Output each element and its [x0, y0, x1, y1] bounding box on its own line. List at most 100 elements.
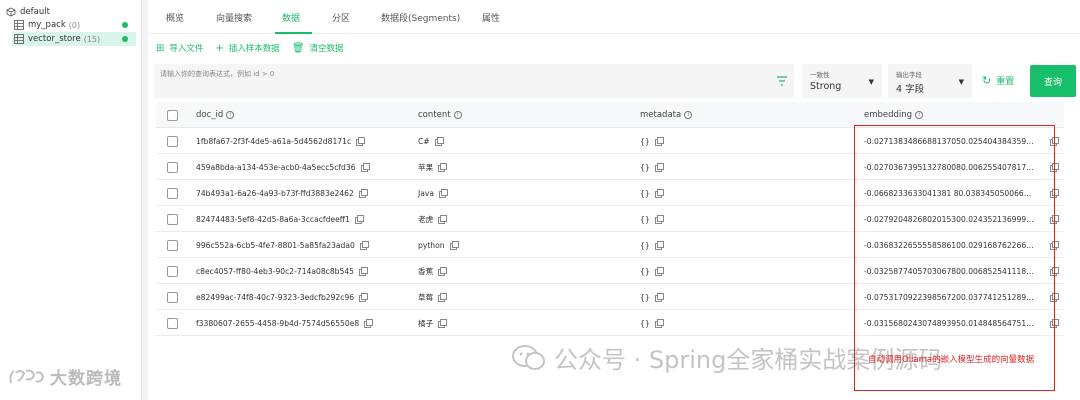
copy-icon[interactable] [438, 319, 448, 328]
copy-icon[interactable] [654, 163, 664, 172]
tree-root-label: default [20, 7, 50, 17]
embedding-cell: -0.0368322655558586100.0291687622666358 … [864, 240, 1036, 250]
database-icon [6, 7, 16, 17]
row-checkbox[interactable] [167, 291, 178, 303]
doc-id-cell: c8ec4057-ff80-4eb3-90c2-714a08c8b545 [196, 266, 354, 276]
copy-icon[interactable] [438, 163, 448, 172]
tab-vector-search[interactable]: 向量搜索 [216, 11, 252, 24]
table-row[interactable]: 459a8bda-a134-453e-acb0-4a5ecc5cfd36 苹果 … [156, 154, 1064, 180]
active-tab-indicator [275, 32, 312, 34]
info-icon: i [453, 111, 462, 119]
insert-sample-button[interactable]: + 插入样本数据 [215, 42, 280, 55]
table-row[interactable]: 996c552a-6cb5-4fe7-8801-5a85fa23ada0 pyt… [156, 232, 1064, 258]
tab-partitions[interactable]: 分区 [332, 11, 350, 24]
table-row[interactable]: 82474483-5ef8-42d5-8a6a-3ccacfdeeff1 老虎 … [156, 206, 1064, 232]
copy-icon[interactable] [438, 215, 448, 224]
doc-id-cell: 1fb8fa67-2f3f-4de5-a61a-5d4562d8171c [196, 136, 352, 146]
trash-icon: 🗑 [291, 42, 305, 54]
reset-button[interactable]: ↻ 重置 [982, 74, 1014, 87]
copy-icon[interactable] [654, 241, 664, 250]
copy-icon[interactable] [438, 267, 448, 276]
copy-icon[interactable] [434, 137, 444, 146]
plus-icon: + [215, 42, 224, 54]
copy-icon[interactable] [1050, 241, 1059, 250]
table-row[interactable]: c8ec4057-ff80-4eb3-90c2-714a08c8b545 香蕉 … [156, 258, 1064, 284]
header-doc-id[interactable]: doc_id [196, 110, 223, 120]
copy-icon[interactable] [439, 189, 449, 198]
insert-sample-label: 插入样本数据 [228, 44, 280, 54]
loaded-status-dot [122, 36, 128, 42]
refresh-icon: ↻ [982, 74, 992, 87]
copy-icon[interactable] [654, 137, 664, 146]
copy-icon[interactable] [1050, 137, 1059, 146]
row-checkbox[interactable] [167, 265, 178, 277]
consistency-select[interactable]: 一致性 Strong ▼ [802, 64, 882, 98]
query-expression-box [154, 64, 794, 98]
copy-icon[interactable] [1050, 189, 1059, 198]
copy-icon[interactable] [359, 267, 368, 276]
content-cell: 草莓 [418, 292, 434, 302]
collection-item-vector-store[interactable]: vector_store (15) [12, 32, 136, 46]
copy-icon[interactable] [438, 293, 448, 302]
row-checkbox[interactable] [167, 239, 178, 251]
metadata-cell: {} [640, 136, 650, 146]
copy-icon[interactable] [359, 241, 369, 250]
tab-segments[interactable]: 数据段(Segments) [381, 11, 460, 24]
table-row[interactable]: e82499ac-74f8-40c7-9323-3edcfb292c96 草莓 … [156, 284, 1064, 310]
content-cell: Java [418, 188, 435, 198]
table-row[interactable]: f3380607-2655-4458-9b4d-7574d56550e8 橘子 … [156, 310, 1064, 336]
import-file-button[interactable]: ⊞ 导入文件 [156, 42, 203, 55]
header-metadata[interactable]: metadata [640, 110, 681, 120]
doc-id-cell: e82499ac-74f8-40c7-9323-3edcfb292c96 [196, 292, 355, 302]
tree-root-default[interactable]: default [6, 5, 50, 19]
doc-id-cell: 459a8bda-a134-453e-acb0-4a5ecc5cfd36 [196, 162, 356, 172]
clear-data-label: 清空数据 [309, 44, 344, 54]
header-content[interactable]: content [418, 110, 451, 120]
query-button[interactable]: 查询 [1030, 65, 1076, 97]
copy-icon[interactable] [1050, 293, 1059, 302]
copy-icon[interactable] [360, 163, 370, 172]
output-fields-select[interactable]: 输出字段 4 字段 ▼ [888, 64, 972, 98]
copy-icon[interactable] [354, 215, 364, 224]
row-checkbox[interactable] [167, 187, 178, 199]
row-checkbox[interactable] [167, 161, 178, 173]
embedding-cell: -0.0315680243074893950.0148485647514462.… [864, 318, 1036, 328]
output-fields-label: 输出字段 [896, 71, 922, 79]
copy-icon[interactable] [356, 137, 366, 146]
row-checkbox[interactable] [167, 213, 178, 225]
header-embedding[interactable]: embedding [864, 110, 912, 120]
select-all-checkbox[interactable] [167, 109, 178, 121]
copy-icon[interactable] [654, 319, 664, 328]
tab-overview[interactable]: 概览 [166, 11, 184, 24]
caret-down-icon: ▼ [958, 78, 964, 86]
copy-icon[interactable] [364, 319, 374, 328]
copy-icon[interactable] [654, 267, 664, 276]
copy-icon[interactable] [358, 189, 368, 198]
tab-properties[interactable]: 属性 [482, 11, 500, 24]
embedding-annotation: 自动调用Ollama的嵌入模型生成的向量数据 [868, 355, 1035, 365]
tab-data[interactable]: 数据 [282, 11, 300, 24]
copy-icon[interactable] [654, 215, 664, 224]
filter-icon[interactable] [776, 75, 788, 87]
table-icon [14, 34, 24, 44]
collection-item-my-pack[interactable]: my_pack (0) [12, 18, 136, 32]
copy-icon[interactable] [449, 241, 459, 250]
table-row[interactable]: 1fb8fa67-2f3f-4de5-a61a-5d4562d8171c C# … [156, 128, 1064, 154]
embedding-cell: -0.0270367395132780080.0062554078176617.… [864, 162, 1036, 172]
copy-icon[interactable] [654, 189, 664, 198]
copy-icon[interactable] [1050, 267, 1059, 276]
copy-icon[interactable] [1050, 319, 1059, 328]
info-icon: i [226, 111, 235, 119]
query-expression-input[interactable] [160, 68, 760, 80]
content-cell: python [418, 240, 445, 250]
copy-icon[interactable] [654, 293, 664, 302]
copy-icon[interactable] [359, 293, 369, 302]
copy-icon[interactable] [1050, 215, 1059, 224]
row-checkbox[interactable] [167, 317, 178, 329]
copy-icon[interactable] [1050, 163, 1059, 172]
content-cell: 老虎 [418, 214, 434, 224]
table-row[interactable]: 74b493a1-6a26-4a93-b73f-ffd3883e2462 Jav… [156, 180, 1064, 206]
embedding-cell: -0.0753170922398567200.0377412512898445 … [864, 292, 1036, 302]
row-checkbox[interactable] [167, 135, 178, 147]
clear-data-button[interactable]: 🗑 清空数据 [291, 42, 344, 55]
